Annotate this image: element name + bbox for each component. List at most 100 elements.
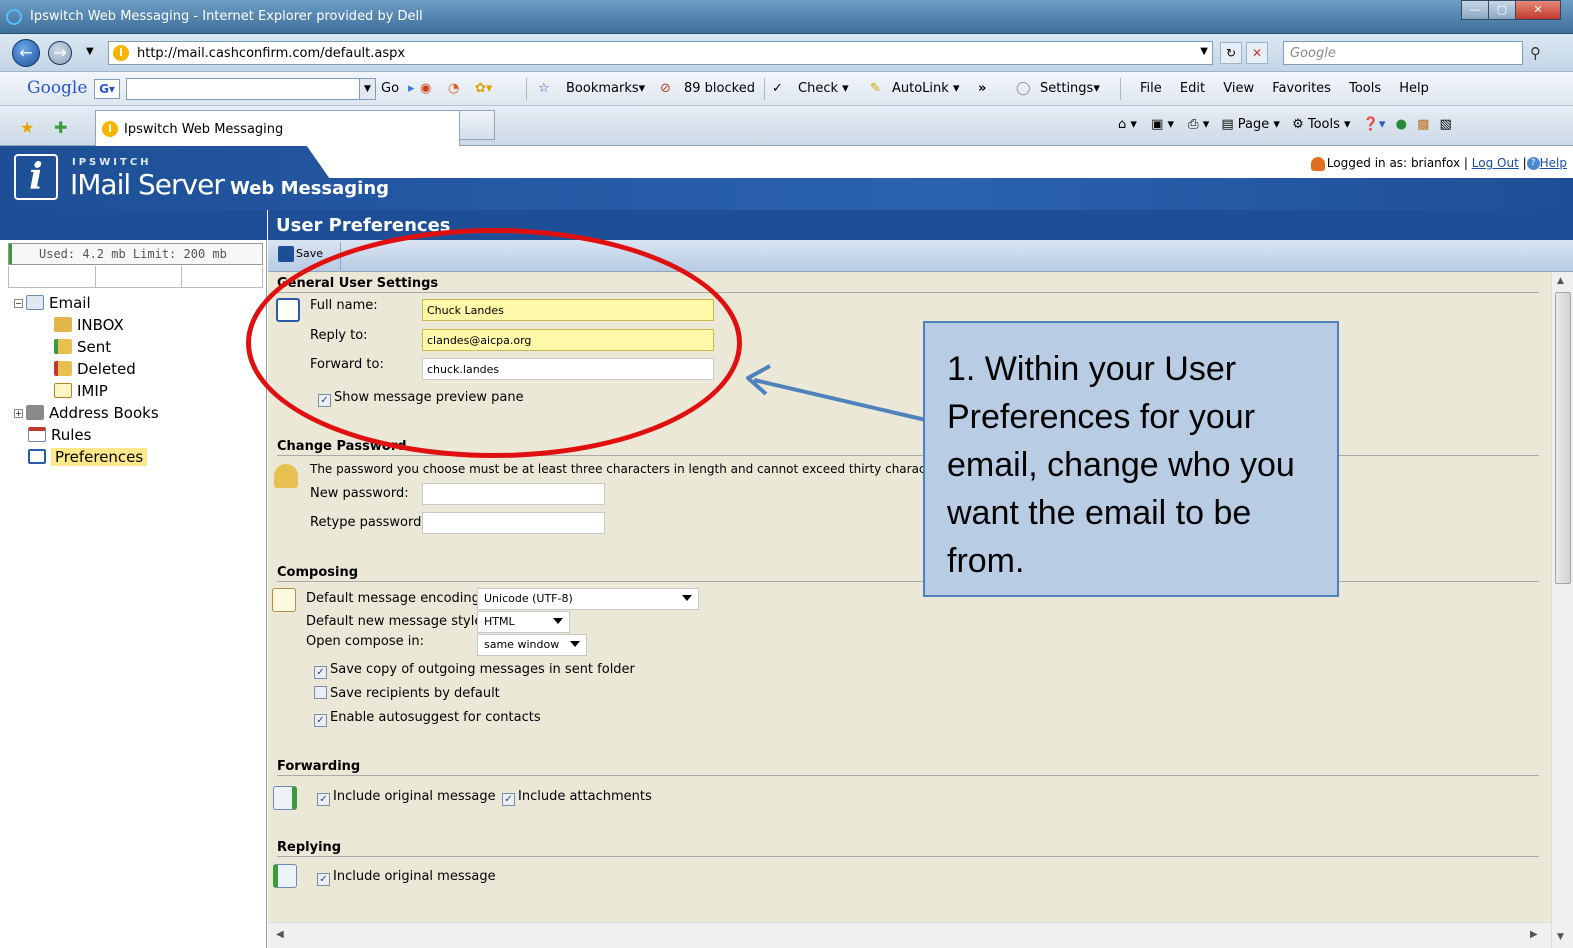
settings-button[interactable]: Settings▾ bbox=[1040, 81, 1100, 96]
spellcheck-button[interactable]: Check ▾ bbox=[798, 81, 849, 96]
scroll-left-icon[interactable]: ◀ bbox=[276, 929, 284, 940]
new-tab-button[interactable] bbox=[459, 110, 495, 140]
page-menu-button[interactable]: ▤ Page ▾ bbox=[1221, 117, 1280, 132]
menu-help[interactable]: Help bbox=[1399, 81, 1429, 96]
spellcheck-icon: ✓ bbox=[772, 81, 783, 96]
search-icon[interactable]: ⚲ bbox=[1530, 44, 1541, 62]
url-text: http://mail.cashconfirm.com/default.aspx bbox=[137, 46, 406, 61]
popup-icon[interactable]: ◔ bbox=[448, 81, 459, 96]
forward-button[interactable]: → bbox=[48, 41, 72, 65]
google-extras-icon[interactable]: ✿▾ bbox=[475, 81, 492, 96]
new-password-field[interactable] bbox=[422, 483, 605, 505]
tree-item-imip[interactable]: IMIP bbox=[54, 380, 108, 402]
callout-arrow bbox=[746, 364, 927, 422]
forward-include-attachments-checkbox[interactable]: ✓ Include attachments bbox=[502, 789, 652, 806]
command-bar: ⌂ ▾ ▣ ▾ ⎙ ▾ ▤ Page ▾ ⚙ Tools ▾ ❓▾ ● ▩ ▧ bbox=[1118, 117, 1452, 132]
tree-item-inbox[interactable]: INBOX bbox=[54, 314, 124, 336]
checkbox-label: Include original message bbox=[333, 869, 496, 884]
tab-ipswitch-web-messaging[interactable]: i Ipswitch Web Messaging bbox=[95, 110, 460, 146]
encoding-value: Unicode (UTF-8) bbox=[484, 592, 573, 605]
scroll-up-icon[interactable]: ▲ bbox=[1557, 276, 1564, 286]
more-tools-button[interactable]: » bbox=[978, 81, 986, 96]
reply-include-original-checkbox[interactable]: ✓ Include original message bbox=[317, 869, 496, 886]
favorites-center-icon[interactable]: ★ bbox=[20, 118, 34, 137]
google-search-dropdown-icon[interactable]: ▼ bbox=[359, 79, 375, 99]
google-toolbar: Google G▾ ▼ Go ▸ ◉ ◔ ✿▾ ☆ Bookmarks▾ ⊘ 8… bbox=[0, 72, 1573, 106]
settings-icon: ◯ bbox=[1016, 81, 1031, 96]
feeds-icon[interactable]: ▣ ▾ bbox=[1151, 117, 1174, 132]
back-button[interactable]: ← bbox=[12, 39, 40, 67]
google-g-icon[interactable]: G▾ bbox=[94, 79, 120, 99]
menu-tools[interactable]: Tools bbox=[1349, 81, 1381, 96]
tree-item-deleted[interactable]: Deleted bbox=[54, 358, 136, 380]
tree-item-sent[interactable]: Sent bbox=[54, 336, 111, 358]
tab-row: ★ ✚ i Ipswitch Web Messaging ⌂ ▾ ▣ ▾ ⎙ ▾… bbox=[0, 106, 1573, 146]
scroll-right-icon[interactable]: ▶ bbox=[1530, 929, 1538, 940]
vertical-scrollbar[interactable]: ▲ ▼ bbox=[1551, 272, 1573, 948]
extra-icon[interactable]: ▧ bbox=[1440, 117, 1452, 132]
maximize-button[interactable]: ▢ bbox=[1488, 0, 1516, 20]
product-subtitle: Web Messaging bbox=[230, 178, 390, 199]
save-copy-checkbox[interactable]: ✓ Save copy of outgoing messages in sent … bbox=[314, 662, 635, 679]
message-style-select[interactable]: HTML bbox=[477, 611, 570, 633]
checkbox-label: Save copy of outgoing messages in sent f… bbox=[330, 662, 635, 677]
envelope-icon bbox=[26, 295, 44, 310]
horizontal-scrollbar[interactable]: ◀ ▶ bbox=[268, 922, 1551, 948]
minimize-button[interactable]: — bbox=[1461, 0, 1489, 20]
collapse-icon[interactable]: − bbox=[14, 299, 23, 308]
menu-file[interactable]: File bbox=[1140, 81, 1162, 96]
save-disk-icon bbox=[278, 246, 294, 262]
tools-menu-label: Tools bbox=[1307, 117, 1340, 132]
checkbox-label: Include original message bbox=[333, 789, 496, 804]
expand-icon[interactable]: + bbox=[14, 409, 23, 418]
scroll-thumb[interactable] bbox=[1555, 292, 1571, 584]
stop-icon[interactable]: ✕ bbox=[1246, 42, 1268, 64]
retype-password-field[interactable] bbox=[422, 512, 605, 534]
autosuggest-checkbox[interactable]: ✓ Enable autosuggest for contacts bbox=[314, 710, 541, 727]
log-out-link[interactable]: Log Out bbox=[1472, 156, 1519, 170]
google-go-button[interactable]: Go bbox=[381, 81, 399, 96]
menu-favorites[interactable]: Favorites bbox=[1272, 81, 1331, 96]
chevron-down-icon bbox=[553, 618, 563, 624]
search-input[interactable]: Google bbox=[1283, 41, 1523, 65]
close-button[interactable]: ✕ bbox=[1515, 0, 1561, 20]
home-icon[interactable]: ⌂ ▾ bbox=[1118, 117, 1137, 132]
menu-view[interactable]: View bbox=[1223, 81, 1254, 96]
refresh-icon[interactable]: ↻ bbox=[1220, 42, 1242, 64]
scroll-down-icon[interactable]: ▼ bbox=[1557, 932, 1564, 942]
bookmarks-label: Bookmarks bbox=[566, 81, 639, 96]
password-lock-icon bbox=[274, 464, 298, 488]
menu-edit[interactable]: Edit bbox=[1180, 81, 1205, 96]
window-title: Ipswitch Web Messaging - Internet Explor… bbox=[30, 9, 423, 24]
help-menu-icon[interactable]: ❓▾ bbox=[1363, 117, 1386, 132]
url-dropdown-icon[interactable]: ▼ bbox=[1200, 46, 1208, 57]
history-dropdown-icon[interactable]: ▼ bbox=[86, 46, 94, 57]
save-label: Save bbox=[296, 247, 324, 260]
research-icon[interactable]: ▩ bbox=[1417, 117, 1429, 132]
bookmarks-button[interactable]: Bookmarks▾ bbox=[566, 81, 645, 96]
tree-item-preferences[interactable]: Preferences bbox=[28, 446, 148, 468]
pagerank-icon[interactable]: ◉ bbox=[420, 81, 431, 96]
print-icon[interactable]: ⎙ ▾ bbox=[1188, 117, 1209, 132]
tree-item-rules[interactable]: Rules bbox=[28, 424, 91, 446]
google-search-input[interactable]: ▼ bbox=[126, 78, 376, 100]
address-input[interactable]: i http://mail.cashconfirm.com/default.as… bbox=[108, 41, 1213, 65]
spellcheck-label: Check bbox=[798, 81, 838, 96]
tools-menu-button[interactable]: ⚙ Tools ▾ bbox=[1292, 117, 1351, 132]
chevron-down-icon bbox=[682, 595, 692, 601]
forward-include-original-checkbox[interactable]: ✓ Include original message bbox=[317, 789, 496, 806]
help-link[interactable]: Help bbox=[1540, 156, 1567, 170]
encoding-select[interactable]: Unicode (UTF-8) bbox=[477, 588, 699, 610]
add-favorites-icon[interactable]: ✚ bbox=[54, 118, 67, 137]
save-recipients-checkbox[interactable]: Save recipients by default bbox=[314, 686, 500, 701]
tree-label: Email bbox=[49, 294, 91, 312]
tree-item-email[interactable]: − Email bbox=[14, 292, 91, 314]
folder-icon bbox=[54, 383, 72, 398]
open-compose-value: same window bbox=[484, 638, 560, 651]
popup-blocker-button[interactable]: 89 blocked bbox=[684, 81, 755, 96]
autolink-button[interactable]: AutoLink ▾ bbox=[892, 81, 959, 96]
checkbox-checked-icon: ✓ bbox=[317, 793, 330, 806]
tree-item-address-books[interactable]: + Address Books bbox=[14, 402, 159, 424]
globe-icon[interactable]: ● bbox=[1396, 117, 1407, 132]
open-compose-select[interactable]: same window bbox=[477, 634, 587, 656]
